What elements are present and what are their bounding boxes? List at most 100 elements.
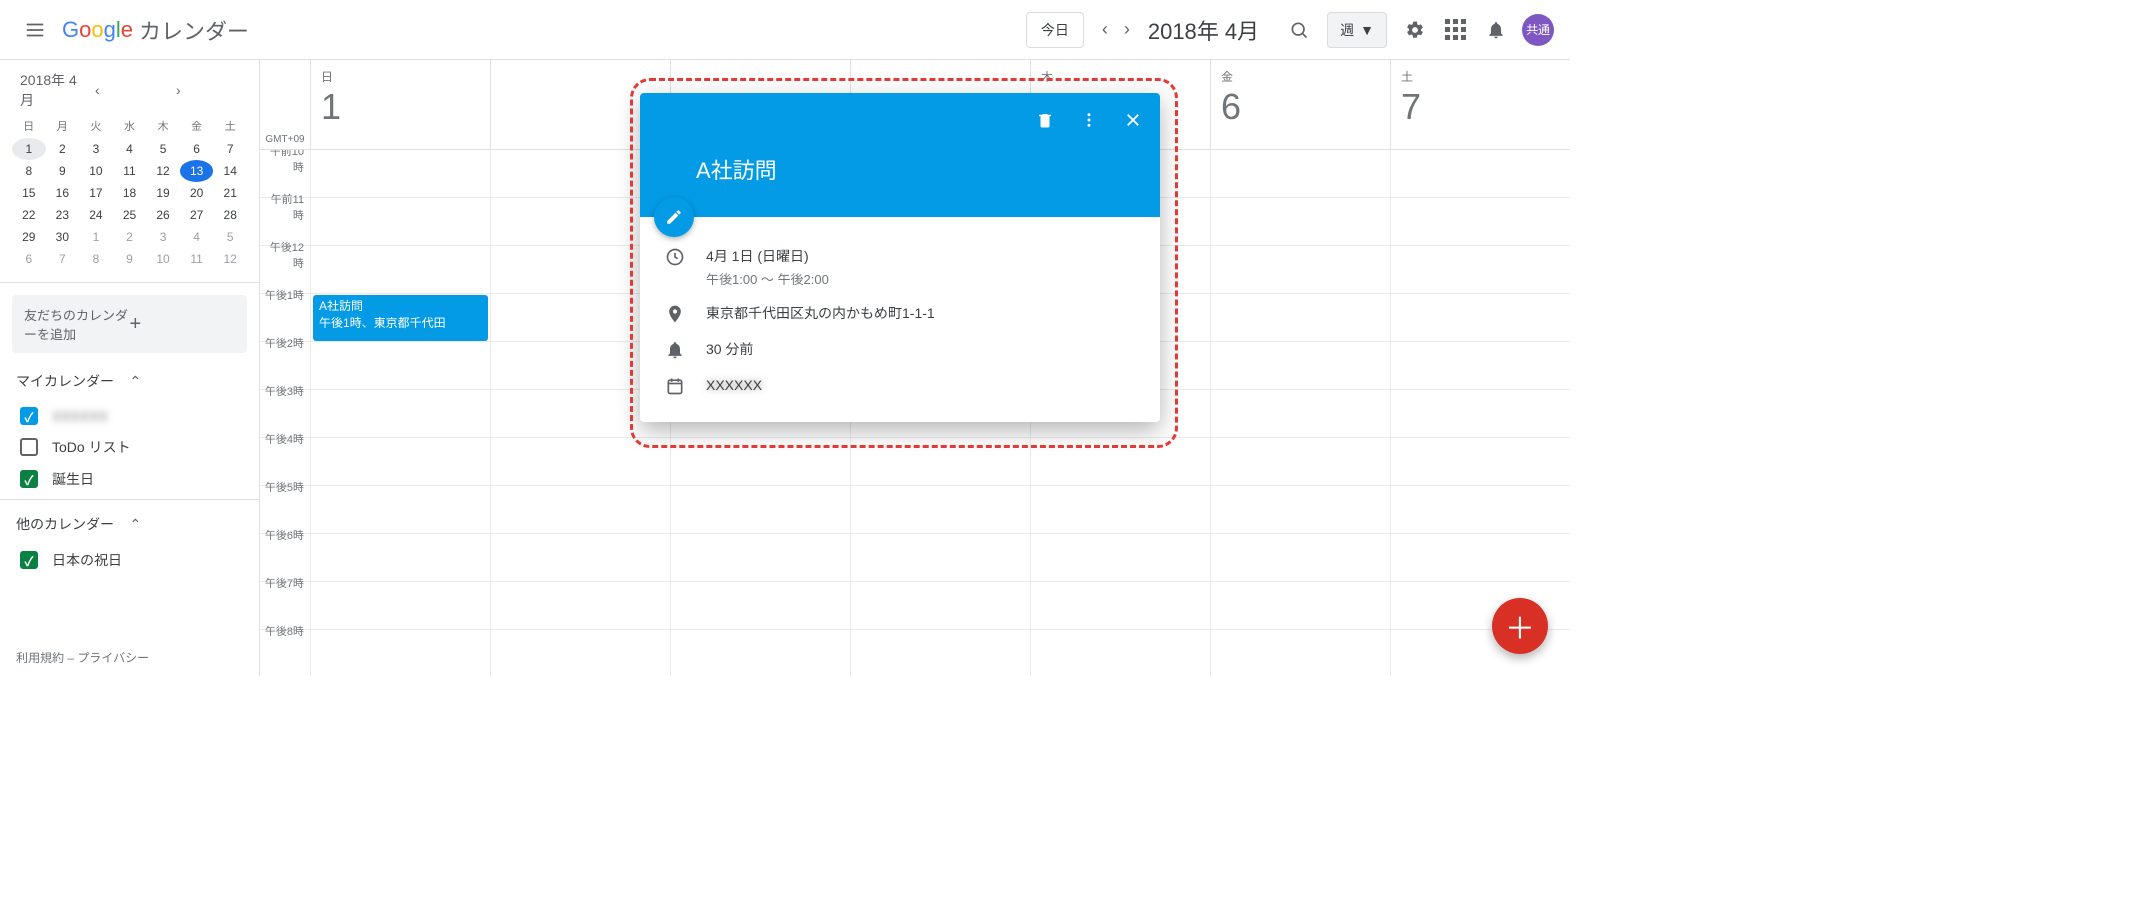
time-slot[interactable] xyxy=(310,582,490,629)
time-slot[interactable] xyxy=(670,630,850,676)
mini-day[interactable]: 2 xyxy=(46,138,80,160)
day-header[interactable]: 土7 xyxy=(1390,60,1570,149)
edit-event-button[interactable] xyxy=(654,197,694,237)
time-slot[interactable] xyxy=(310,438,490,485)
time-slot[interactable] xyxy=(1210,534,1390,581)
time-slot[interactable] xyxy=(310,150,490,197)
mini-day[interactable]: 5 xyxy=(146,138,180,160)
mini-day[interactable]: 30 xyxy=(46,226,80,248)
mini-day[interactable]: 12 xyxy=(146,160,180,182)
time-slot[interactable] xyxy=(310,486,490,533)
calendar-item[interactable]: ✓XXXXXX xyxy=(0,401,259,431)
time-slot[interactable] xyxy=(1030,534,1210,581)
prev-week-button[interactable]: ‹ xyxy=(1094,13,1116,46)
time-slot[interactable] xyxy=(1210,390,1390,437)
mini-day[interactable]: 16 xyxy=(46,182,80,204)
time-slot[interactable] xyxy=(1390,390,1570,437)
time-slot[interactable] xyxy=(1210,486,1390,533)
calendar-checkbox[interactable] xyxy=(20,438,38,456)
time-slot[interactable] xyxy=(1210,342,1390,389)
time-slot[interactable] xyxy=(670,486,850,533)
calendar-checkbox[interactable]: ✓ xyxy=(20,407,38,425)
time-slot[interactable] xyxy=(1210,630,1390,676)
mini-day[interactable]: 9 xyxy=(113,248,147,270)
day-header[interactable]: 金6 xyxy=(1210,60,1390,149)
mini-day[interactable]: 10 xyxy=(146,248,180,270)
mini-prev-button[interactable]: ‹ xyxy=(89,78,170,102)
time-slot[interactable] xyxy=(1390,246,1570,293)
calendar-item[interactable]: ✓誕生日 xyxy=(0,463,259,495)
mini-day[interactable]: 21 xyxy=(213,182,247,204)
mini-day[interactable]: 5 xyxy=(213,226,247,248)
mini-day[interactable]: 28 xyxy=(213,204,247,226)
time-slot[interactable] xyxy=(1390,342,1570,389)
time-slot[interactable] xyxy=(850,630,1030,676)
mini-day[interactable]: 14 xyxy=(213,160,247,182)
calendar-checkbox[interactable]: ✓ xyxy=(20,551,38,569)
close-button[interactable] xyxy=(1116,103,1150,137)
time-slot[interactable] xyxy=(1030,582,1210,629)
time-slot[interactable] xyxy=(850,582,1030,629)
mini-day[interactable]: 4 xyxy=(180,226,214,248)
time-slot[interactable] xyxy=(1390,486,1570,533)
mini-day[interactable]: 7 xyxy=(213,138,247,160)
mini-day[interactable]: 25 xyxy=(113,204,147,226)
mini-day[interactable]: 10 xyxy=(79,160,113,182)
mini-day[interactable]: 26 xyxy=(146,204,180,226)
search-icon[interactable] xyxy=(1279,12,1319,48)
mini-day[interactable]: 1 xyxy=(12,138,46,160)
time-slot[interactable] xyxy=(490,534,670,581)
more-options-button[interactable] xyxy=(1072,103,1106,137)
mini-day[interactable]: 13 xyxy=(180,160,214,182)
menu-button[interactable] xyxy=(16,11,54,49)
time-slot[interactable] xyxy=(1210,438,1390,485)
mini-day[interactable]: 2 xyxy=(113,226,147,248)
mini-day[interactable]: 20 xyxy=(180,182,214,204)
time-slot[interactable] xyxy=(310,342,490,389)
calendar-item[interactable]: ✓日本の祝日 xyxy=(0,544,259,576)
add-calendar-field[interactable]: 友だちのカレンダーを追加 + xyxy=(12,295,247,353)
mini-day[interactable]: 6 xyxy=(180,138,214,160)
time-slot[interactable] xyxy=(310,390,490,437)
mini-day[interactable]: 15 xyxy=(12,182,46,204)
view-dropdown[interactable]: 週 ▼ xyxy=(1327,12,1387,48)
create-event-fab[interactable]: ＋ xyxy=(1492,598,1548,654)
notifications-icon[interactable] xyxy=(1476,12,1516,48)
time-slot[interactable] xyxy=(490,438,670,485)
terms-link[interactable]: 利用規約 xyxy=(16,651,64,665)
time-slot[interactable] xyxy=(850,534,1030,581)
time-slot[interactable] xyxy=(850,438,1030,485)
mini-day[interactable]: 29 xyxy=(12,226,46,248)
other-calendars-toggle[interactable]: 他のカレンダー ⌃ xyxy=(0,504,259,544)
delete-button[interactable] xyxy=(1028,103,1062,137)
mini-day[interactable]: 18 xyxy=(113,182,147,204)
time-slot[interactable] xyxy=(310,630,490,676)
mini-day[interactable]: 11 xyxy=(113,160,147,182)
time-slot[interactable] xyxy=(490,630,670,676)
calendar-checkbox[interactable]: ✓ xyxy=(20,470,38,488)
mini-day[interactable]: 17 xyxy=(79,182,113,204)
privacy-link[interactable]: プライバシー xyxy=(77,651,149,665)
today-button[interactable]: 今日 xyxy=(1026,12,1084,48)
mini-day[interactable]: 4 xyxy=(113,138,147,160)
mini-day[interactable]: 1 xyxy=(79,226,113,248)
time-slot[interactable] xyxy=(850,486,1030,533)
time-slot[interactable] xyxy=(1210,150,1390,197)
mini-day[interactable]: 8 xyxy=(79,248,113,270)
next-week-button[interactable]: › xyxy=(1116,13,1138,46)
mini-day[interactable]: 23 xyxy=(46,204,80,226)
time-slot[interactable] xyxy=(670,534,850,581)
mini-day[interactable]: 27 xyxy=(180,204,214,226)
mini-day[interactable]: 3 xyxy=(146,226,180,248)
mini-day[interactable]: 9 xyxy=(46,160,80,182)
time-slot[interactable] xyxy=(310,534,490,581)
mini-day[interactable]: 11 xyxy=(180,248,214,270)
time-slot[interactable] xyxy=(670,438,850,485)
time-slot[interactable] xyxy=(490,486,670,533)
settings-icon[interactable] xyxy=(1395,12,1435,48)
time-slot[interactable] xyxy=(1210,294,1390,341)
time-slot[interactable] xyxy=(490,582,670,629)
mini-next-button[interactable]: › xyxy=(170,78,251,102)
time-slot[interactable] xyxy=(1390,150,1570,197)
apps-icon[interactable] xyxy=(1435,11,1476,48)
